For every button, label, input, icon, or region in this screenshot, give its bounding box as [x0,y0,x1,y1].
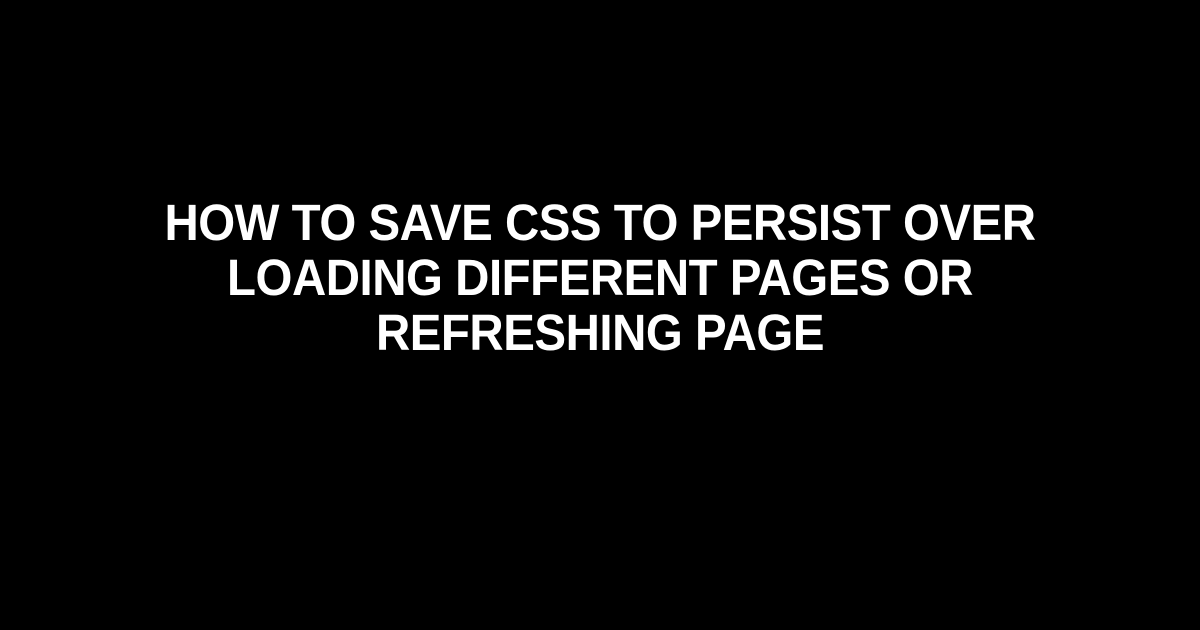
page-title: How to Save CSS to Persist Over Loading … [42,195,1158,360]
